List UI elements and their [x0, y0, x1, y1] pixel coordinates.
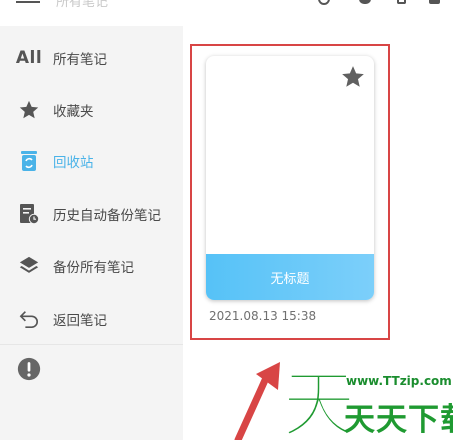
star-icon — [17, 98, 41, 122]
sidebar-item-label: 返回笔记 — [53, 313, 107, 329]
svg-text:天: 天 — [282, 362, 352, 440]
app-header: 所有笔记 — [0, 0, 453, 14]
sidebar-item-label: 回收站 — [53, 155, 94, 171]
sidebar: All 所有笔记 收藏夹 回收站 历史自动备份笔记 备份所有笔记 返回笔记 — [0, 26, 183, 440]
watermark-logo: 天 — [282, 361, 352, 440]
header-title: 所有笔记 — [56, 0, 109, 10]
star-icon[interactable] — [340, 64, 366, 90]
sidebar-item-return-notes[interactable]: 返回笔记 — [0, 299, 183, 339]
watermark-name: 天天下载 — [344, 402, 453, 438]
history-backup-icon — [17, 202, 41, 226]
sidebar-item-backup-all[interactable]: 备份所有笔记 — [0, 246, 183, 286]
trash-icon[interactable] — [429, 0, 440, 4]
sidebar-item-info[interactable] — [0, 349, 183, 389]
phone-icon[interactable] — [397, 0, 406, 4]
layers-icon — [17, 254, 41, 278]
note-title: 无标题 — [270, 271, 310, 287]
sidebar-item-all-notes[interactable]: All 所有笔记 — [0, 38, 183, 78]
sidebar-item-label: 收藏夹 — [53, 104, 94, 120]
sidebar-item-recycle-bin[interactable]: 回收站 — [0, 141, 183, 181]
note-card[interactable]: 无标题 — [206, 56, 374, 300]
watermark: 天 www.TTzip.com 天天下载 — [282, 356, 453, 440]
sidebar-item-label: 所有笔记 — [53, 52, 107, 68]
return-icon — [17, 307, 41, 331]
sidebar-item-label: 备份所有笔记 — [53, 260, 134, 276]
note-card-footer: 无标题 — [206, 254, 374, 300]
note-date: 2021.08.13 15:38 — [209, 309, 317, 323]
recycle-bin-icon — [17, 149, 41, 173]
watermark-url: www.TTzip.com — [346, 374, 452, 388]
sidebar-divider — [0, 344, 183, 345]
search-icon[interactable] — [318, 0, 330, 5]
menu-icon[interactable] — [16, 0, 40, 4]
bell-icon[interactable] — [359, 0, 371, 4]
exclamation-icon — [17, 357, 41, 381]
all-text-icon: All — [15, 48, 43, 68]
sidebar-item-label: 历史自动备份笔记 — [53, 208, 161, 224]
sidebar-item-history-backup[interactable]: 历史自动备份笔记 — [0, 194, 183, 234]
arrow-icon — [234, 362, 280, 440]
sidebar-item-favorites[interactable]: 收藏夹 — [0, 90, 183, 130]
